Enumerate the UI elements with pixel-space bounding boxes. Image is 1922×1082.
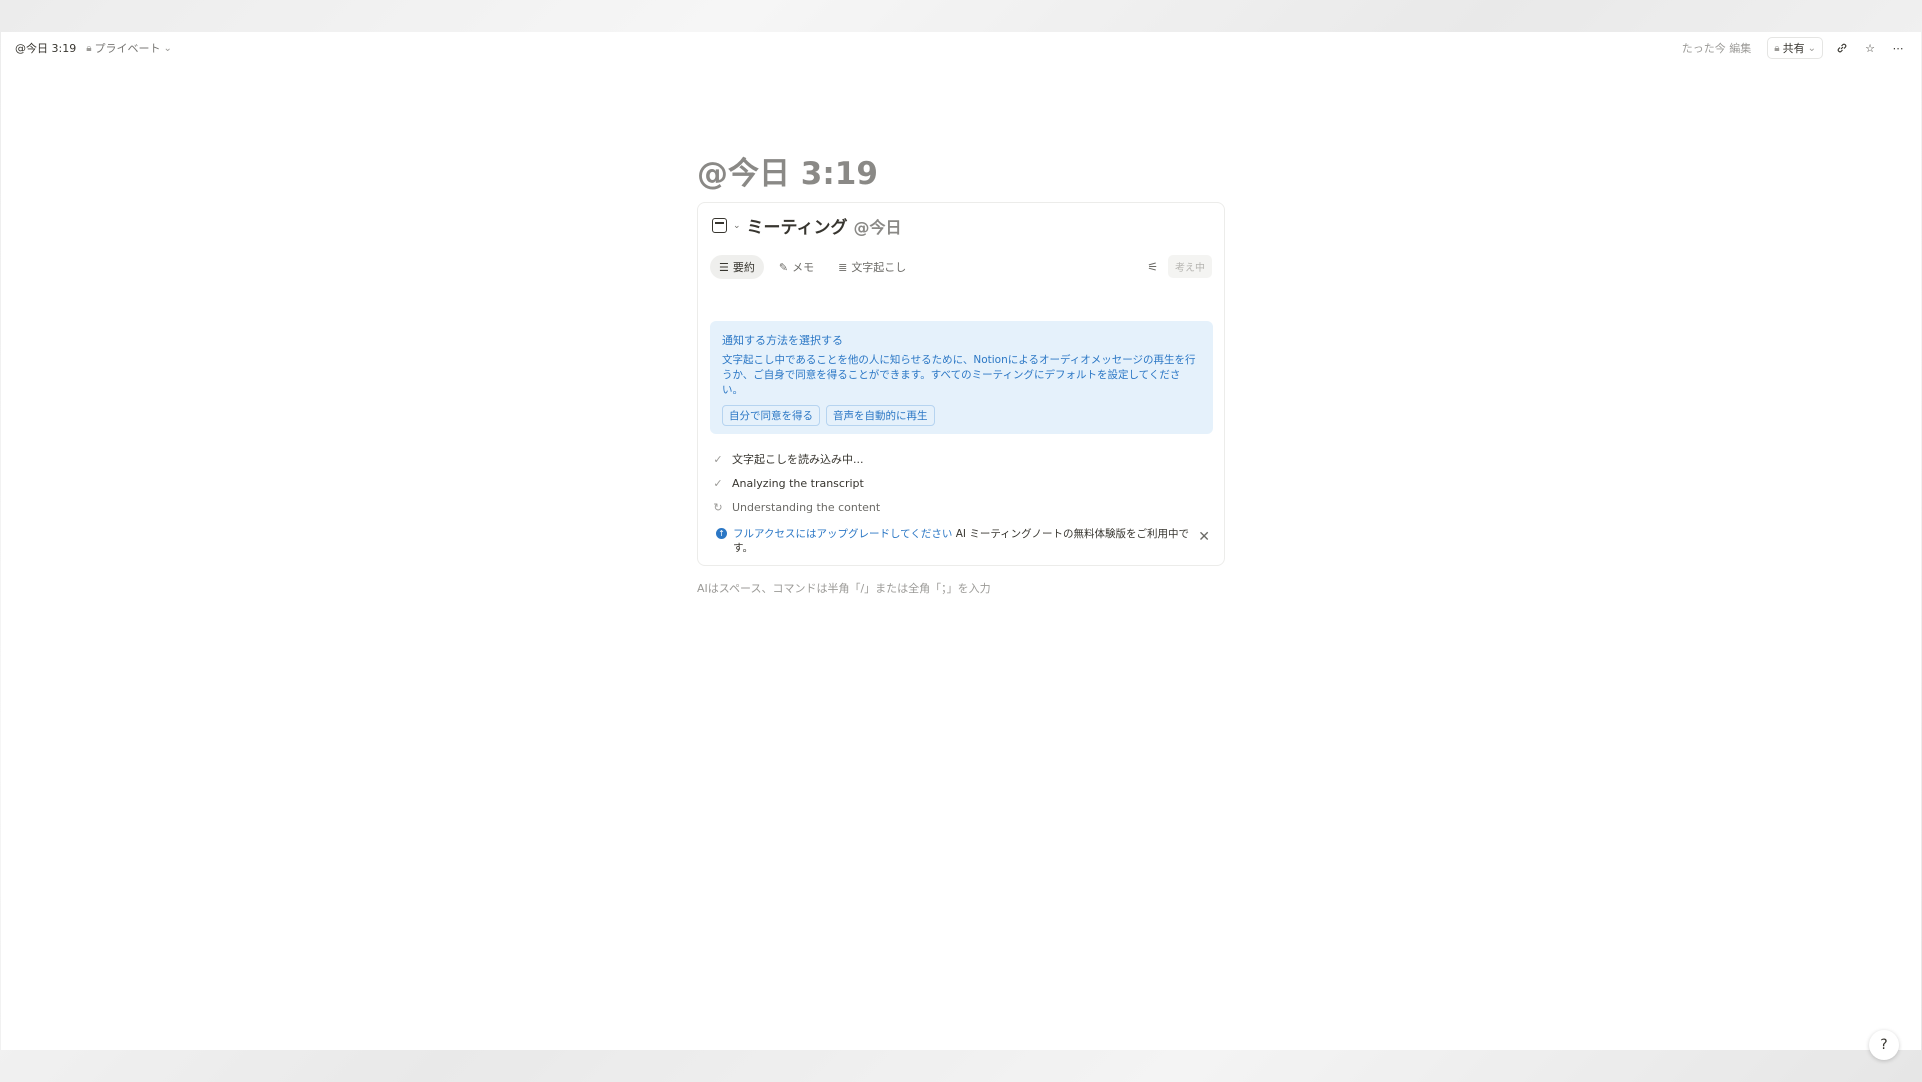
- progress-step: ✓ Analyzing the transcript: [712, 471, 880, 495]
- check-icon: ✓: [713, 452, 723, 466]
- meeting-title[interactable]: ミーティング: [747, 213, 848, 238]
- editor-placeholder[interactable]: AIはスペース、コマンドは半角「/」または全角「；」を入力: [697, 580, 991, 596]
- privacy-label: プライベート: [94, 42, 161, 55]
- meeting-notes-block: ⌄ ミーティング @今日 ☰ 要約 ✎ メモ ≣ 文字起こし ⚟ 考え中 通知す…: [697, 202, 1225, 566]
- tab-transcript-label: 文字起こし: [851, 261, 907, 274]
- summary-icon: ☰: [719, 260, 729, 274]
- more-button[interactable]: ⋯: [1889, 39, 1907, 57]
- pencil-icon: ✎: [778, 260, 789, 274]
- notice-body: 文字起こし中であることを他の人に知らせるために、Notionによるオーディオメッ…: [722, 354, 1196, 396]
- star-icon: ☆: [1865, 41, 1875, 55]
- notify-method-callout: 通知する方法を選択する 文字起こし中であることを他の人に知らせるために、Noti…: [710, 321, 1213, 434]
- lock-icon: 🔒︎: [86, 42, 92, 54]
- meeting-date[interactable]: @今日: [854, 214, 902, 238]
- help-icon: ?: [1880, 1037, 1888, 1053]
- progress-steps: ✓ 文字起こしを読み込み中... ✓ Analyzing the transcr…: [712, 447, 880, 519]
- notice-title: 通知する方法を選択する: [722, 334, 843, 347]
- tab-notes[interactable]: ✎ メモ: [770, 255, 823, 279]
- check-icon: ✓: [713, 476, 723, 490]
- tab-summary[interactable]: ☰ 要約: [710, 255, 764, 279]
- top-bar-right: たった今 編集 🔒︎ 共有 ⌄ ☆ ⋯: [1682, 37, 1907, 59]
- upgrade-link[interactable]: フルアクセスにはアップグレードしてください: [733, 528, 952, 540]
- upgrade-message: フルアクセスにはアップグレードしてください AI ミーティングノートの無料体験版…: [733, 527, 1206, 555]
- step-label: Analyzing the transcript: [732, 476, 864, 490]
- privacy-menu[interactable]: 🔒︎ プライベート ⌄: [86, 40, 172, 56]
- arrow-up-icon: ↑: [716, 528, 727, 539]
- meeting-tabs: ☰ 要約 ✎ メモ ≣ 文字起こし: [710, 255, 915, 279]
- calendar-icon[interactable]: [712, 218, 727, 233]
- close-icon[interactable]: ✕: [1198, 529, 1210, 545]
- share-button[interactable]: 🔒︎ 共有 ⌄: [1767, 37, 1823, 59]
- copy-link-button[interactable]: [1833, 39, 1851, 57]
- meeting-tools: ⚟ 考え中: [1147, 255, 1212, 278]
- top-bar: @今日 3:19 🔒︎ プライベート ⌄ たった今 編集 🔒︎ 共有 ⌄ ☆ ⋯: [1, 32, 1921, 64]
- breadcrumb[interactable]: @今日 3:19: [15, 40, 76, 56]
- share-label: 共有: [1782, 42, 1805, 55]
- step-label: 文字起こしを読み込み中...: [732, 453, 864, 466]
- link-icon: [1837, 43, 1847, 53]
- upgrade-banner: ↑ フルアクセスにはアップグレードしてください AI ミーティングノートの無料体…: [716, 527, 1206, 555]
- edited-status: たった今 編集: [1681, 42, 1752, 55]
- tab-summary-label: 要約: [732, 261, 755, 274]
- page-title[interactable]: @今日 3:19: [697, 148, 878, 193]
- settings-sliders-icon[interactable]: ⚟: [1147, 260, 1158, 274]
- more-icon: ⋯: [1892, 41, 1904, 55]
- lock-icon: 🔒︎: [1774, 42, 1780, 54]
- favorite-button[interactable]: ☆: [1861, 39, 1879, 57]
- progress-step: ↻ Understanding the content: [712, 495, 880, 519]
- step-label: Understanding the content: [732, 500, 881, 514]
- spinner-icon: ↻: [713, 500, 723, 514]
- progress-step: ✓ 文字起こしを読み込み中...: [712, 447, 880, 471]
- notice-actions: 自分で同意を得る 音声を自動的に再生: [722, 405, 1201, 426]
- chevron-down-icon: ⌄: [163, 42, 172, 54]
- tab-notes-label: メモ: [792, 261, 815, 274]
- tab-transcript[interactable]: ≣ 文字起こし: [829, 255, 915, 279]
- chevron-down-icon: ⌄: [1807, 42, 1816, 54]
- top-bar-left: @今日 3:19 🔒︎ プライベート ⌄: [15, 40, 172, 56]
- meeting-header: ⌄ ミーティング @今日: [712, 213, 902, 238]
- get-consent-button[interactable]: 自分で同意を得る: [722, 405, 820, 426]
- thinking-status: 考え中: [1168, 255, 1212, 278]
- auto-play-audio-button[interactable]: 音声を自動的に再生: [826, 405, 935, 426]
- chevron-down-icon[interactable]: ⌄: [733, 221, 741, 231]
- help-button[interactable]: ?: [1869, 1030, 1899, 1060]
- app-window: @今日 3:19 🔒︎ プライベート ⌄ たった今 編集 🔒︎ 共有 ⌄ ☆ ⋯: [1, 32, 1921, 1060]
- transcript-icon: ≣: [838, 260, 848, 274]
